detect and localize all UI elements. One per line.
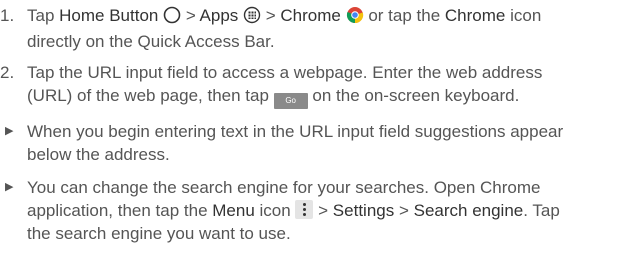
instructions-document: 1. Tap Home Button > Apps > Chrome or ta… (0, 0, 638, 256)
triangle-bullet-icon: ▶ (5, 181, 14, 193)
home-button-label: Home Button (59, 6, 159, 25)
chrome-label: Chrome (280, 6, 341, 25)
step-1-line-1: Tap Home Button > Apps > Chrome or tap t… (27, 4, 632, 30)
step-number: 2. (0, 63, 15, 82)
note-1: ▶ When you begin entering text in the UR… (0, 120, 632, 166)
note-2-line-3: the search engine you want to use. (27, 224, 291, 243)
home-button-icon (163, 6, 181, 30)
chrome-logo-icon (346, 6, 364, 30)
triangle-bullet-icon: ▶ (5, 125, 14, 137)
note-1-line-2: below the address. (27, 145, 170, 164)
step-2: 2. Tap the URL input field to access a w… (0, 61, 632, 109)
note-2-line-2: application, then tap the Menu icon > Se… (27, 200, 560, 220)
note-2-line-1: You can change the search engine for you… (27, 178, 541, 197)
menu-dots-icon (295, 200, 314, 219)
step-number: 1. (0, 6, 15, 25)
step-1-line-2: directly on the Quick Access Bar. (27, 32, 275, 51)
menu-label: Menu (212, 201, 255, 220)
note-2: ▶ You can change the search engine for y… (0, 176, 632, 245)
step-2-line-2: (URL) of the web page, then tap Go on th… (27, 84, 632, 109)
search-engine-label: Search engine (413, 201, 524, 220)
apps-grid-icon (243, 6, 261, 30)
step-2-line-1: Tap the URL input field to access a webp… (27, 63, 543, 82)
note-1-line-1: When you begin entering text in the URL … (27, 122, 564, 141)
step-1: 1. Tap Home Button > Apps > Chrome or ta… (0, 4, 632, 53)
apps-label: Apps (199, 6, 239, 25)
go-key-icon: Go (273, 93, 308, 109)
chrome-label-2: Chrome (444, 6, 506, 25)
settings-label: Settings (332, 201, 395, 220)
